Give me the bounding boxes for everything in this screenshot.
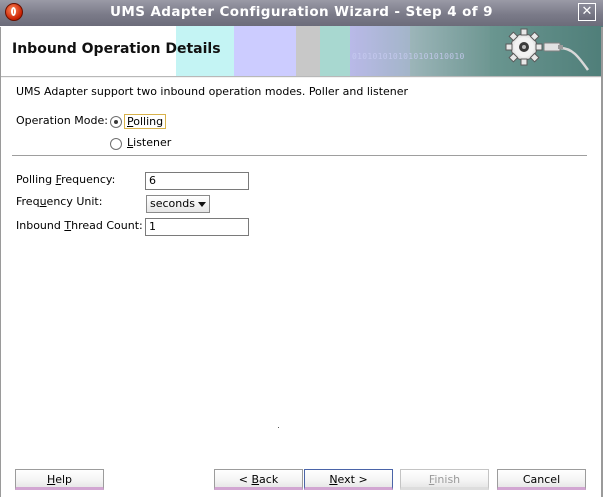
polling-option-label[interactable]: Polling <box>124 114 167 129</box>
cancel-button[interactable]: Cancel <box>497 469 586 490</box>
help-label-rest: elp <box>55 473 73 486</box>
inbound-thread-count-input[interactable]: 1 <box>145 218 249 236</box>
back-mnemonic: B <box>251 473 260 486</box>
close-button[interactable]: ✕ <box>578 3 596 21</box>
header-binary-text: 0101010101010101010010 <box>352 52 465 61</box>
next-mnemonic: N <box>329 473 338 486</box>
listener-radio[interactable] <box>110 138 122 150</box>
listener-option-label[interactable]: Listener <box>127 136 171 149</box>
polling-frequency-mnemonic: F <box>55 173 62 186</box>
window-frame-left <box>0 27 1 497</box>
polling-frequency-input[interactable]: 6 <box>145 172 249 190</box>
header-band-4 <box>320 26 350 76</box>
polling-label-rest: olling <box>133 115 164 128</box>
back-button[interactable]: < Back <box>214 469 303 490</box>
header-divider-highlight <box>0 77 603 78</box>
thread-count-mnemonic: T <box>64 219 72 232</box>
gear-with-plug-icon <box>505 28 590 71</box>
listener-label-rest: istener <box>133 136 172 149</box>
back-label-rest: ack <box>259 473 279 486</box>
stray-dot <box>278 427 279 428</box>
help-mnemonic: H <box>46 473 56 486</box>
finish-label-rest: inish <box>434 473 461 486</box>
chevron-down-icon[interactable] <box>198 202 206 207</box>
help-button[interactable]: Help <box>15 469 104 490</box>
description-text: UMS Adapter support two inbound operatio… <box>16 85 409 98</box>
next-button[interactable]: Next > <box>304 469 393 490</box>
finish-button[interactable]: Finish <box>400 469 489 490</box>
back-prefix: < <box>238 473 252 486</box>
header-band-6 <box>410 26 490 76</box>
header-band-5 <box>350 26 410 76</box>
header-band-3 <box>296 26 320 76</box>
next-label-rest: ext > <box>337 473 368 486</box>
frequency-unit-mnemonic: u <box>39 195 47 208</box>
section-divider <box>12 155 587 156</box>
frequency-unit-label: Frequency Unit: <box>16 195 103 208</box>
polling-frequency-label: Polling Frequency: <box>16 173 116 186</box>
operation-mode-label: Operation Mode: <box>16 114 108 127</box>
inbound-thread-count-label: Inbound Thread Count: <box>16 219 143 232</box>
page-title: Inbound Operation Details <box>12 41 221 57</box>
polling-radio[interactable] <box>110 116 122 128</box>
wizard-header: Inbound Operation Details 01010101010101… <box>0 26 603 76</box>
window-title: UMS Adapter Configuration Wizard - Step … <box>110 4 493 20</box>
header-band-2 <box>234 26 296 76</box>
